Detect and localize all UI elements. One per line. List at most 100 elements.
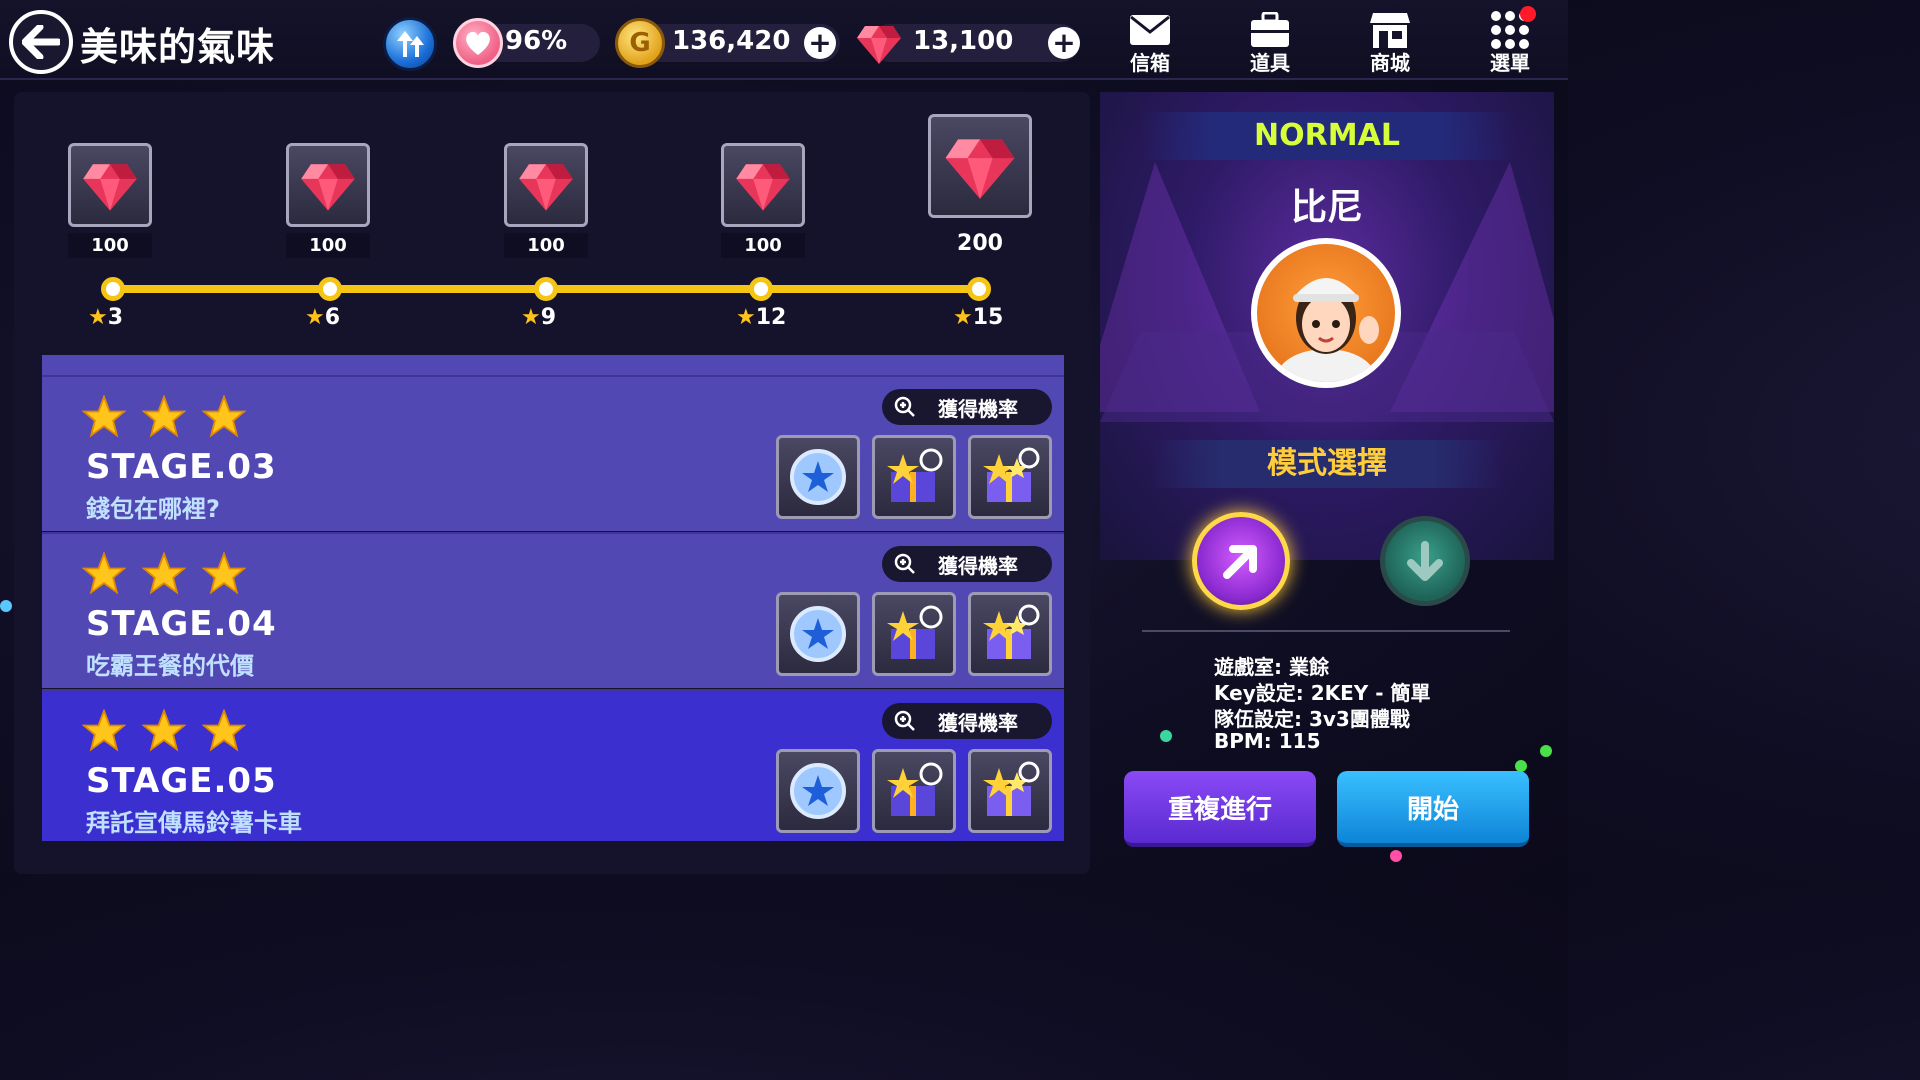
zoom-icon xyxy=(894,553,915,574)
reward-gem-box[interactable] xyxy=(721,143,805,227)
arrow-up-icon xyxy=(397,31,424,57)
star-requirement: ★9 xyxy=(521,305,556,330)
page-title: 美味的氣味 xyxy=(80,25,276,69)
star-icon xyxy=(82,552,126,595)
reward-gem-box[interactable] xyxy=(504,143,588,227)
reward-gem-box-large[interactable] xyxy=(928,114,1032,218)
stage-row[interactable]: STAGE.04 吃霸王餐的代價 獲得機率 xyxy=(42,532,1064,688)
star-icon: ★ xyxy=(521,305,541,330)
briefcase-icon xyxy=(1251,11,1289,47)
heart-icon xyxy=(453,18,503,68)
drop-rate-button[interactable]: 獲得機率 xyxy=(882,703,1052,739)
star-requirement-value: 12 xyxy=(755,305,787,330)
bpm-info: BPM: 115 xyxy=(1214,729,1321,753)
mail-icon xyxy=(1130,15,1170,45)
reward-item-box[interactable] xyxy=(872,749,956,833)
reward-item-box[interactable] xyxy=(968,435,1052,519)
reward-item-box[interactable] xyxy=(872,435,956,519)
blue-star-orb-icon xyxy=(790,606,846,662)
character-portrait xyxy=(1276,278,1379,382)
boost-up-icon[interactable] xyxy=(383,17,437,71)
mode-select-title: 模式選擇 xyxy=(1150,440,1504,488)
nav-items-label: 道具 xyxy=(1250,51,1290,75)
stage-list[interactable]: STAGE.03 錢包在哪裡? 獲得機率 STAGE.04 吃霸王餐的代價 獲得… xyxy=(42,355,1064,841)
star-icon xyxy=(202,552,246,595)
stage-stars xyxy=(82,552,246,596)
star-requirement: ★6 xyxy=(305,305,340,330)
mode-down-button[interactable] xyxy=(1380,516,1470,606)
character-panel: NORMAL 比尼 模式選擇 xyxy=(1100,92,1554,560)
bg-dot xyxy=(1160,730,1172,742)
blue-star-orb-icon xyxy=(790,763,846,819)
key-setting-info: Key設定: 2KEY - 簡單 xyxy=(1214,681,1431,705)
reward-gem-box[interactable] xyxy=(68,143,152,227)
reward-item-box[interactable] xyxy=(776,435,860,519)
nav-shop-button[interactable]: 商城 xyxy=(1350,6,1430,76)
gem-value: 13,100 xyxy=(913,26,1014,56)
nav-shop-label: 商城 xyxy=(1370,51,1410,75)
stage-subtitle: 拜託宣傳馬鈴薯卡車 xyxy=(86,809,302,837)
star-requirement-value: 6 xyxy=(324,305,341,330)
star-icon xyxy=(142,709,186,752)
gift-box-icon xyxy=(887,762,943,816)
gold-coin-icon: G xyxy=(615,18,665,68)
reward-item-box[interactable] xyxy=(968,592,1052,676)
add-gem-button[interactable]: + xyxy=(1048,27,1080,59)
reward-item-box[interactable] xyxy=(776,749,860,833)
reward-amount: 200 xyxy=(957,231,1003,256)
top-bar: 美味的氣味 96% G 136,420 + 13,100 + 信箱 道具 商城 … xyxy=(0,0,1568,80)
drop-rate-label: 獲得機率 xyxy=(938,553,1018,578)
start-button[interactable]: 開始 xyxy=(1337,771,1529,847)
nav-items-button[interactable]: 道具 xyxy=(1230,6,1310,76)
star-icon xyxy=(82,395,126,438)
progress-node xyxy=(749,277,773,301)
reward-amount: 100 xyxy=(286,233,370,258)
stage-stars xyxy=(82,709,246,753)
stage-stars xyxy=(82,395,246,439)
character-avatar[interactable] xyxy=(1251,238,1401,388)
zoom-icon xyxy=(894,710,915,731)
mode-up-button[interactable] xyxy=(1192,512,1290,610)
notification-dot xyxy=(1520,6,1536,22)
premium-gift-box-icon xyxy=(983,761,1040,816)
reward-amount: 100 xyxy=(504,233,588,258)
star-icon: ★ xyxy=(953,305,973,330)
reward-item-box[interactable] xyxy=(968,749,1052,833)
difficulty-label: NORMAL xyxy=(1140,112,1514,160)
nav-menu-label: 選單 xyxy=(1490,51,1530,75)
stage-subtitle: 錢包在哪裡? xyxy=(86,495,220,523)
shop-icon xyxy=(1370,13,1410,48)
star-requirement-value: 3 xyxy=(107,305,124,330)
stage-name: STAGE.03 xyxy=(86,447,277,487)
nav-menu-button[interactable]: 選單 xyxy=(1470,6,1550,76)
drop-rate-button[interactable]: 獲得機率 xyxy=(882,389,1052,425)
star-requirement-value: 9 xyxy=(540,305,557,330)
drop-rate-label: 獲得機率 xyxy=(938,710,1018,735)
star-icon: ★ xyxy=(736,305,756,330)
progress-node xyxy=(101,277,125,301)
drop-rate-button[interactable]: 獲得機率 xyxy=(882,546,1052,582)
bg-dot xyxy=(1540,745,1552,757)
reward-item-box[interactable] xyxy=(872,592,956,676)
star-icon xyxy=(202,395,246,438)
reward-item-box[interactable] xyxy=(776,592,860,676)
reward-gem-box[interactable] xyxy=(286,143,370,227)
premium-gift-box-icon xyxy=(983,447,1040,502)
heart-value: 96% xyxy=(505,26,568,56)
stage-name: STAGE.05 xyxy=(86,761,277,801)
stage-row[interactable]: STAGE.03 錢包在哪裡? 獲得機率 xyxy=(42,375,1064,531)
gem-icon xyxy=(945,139,1015,199)
gem-icon xyxy=(519,164,573,211)
back-button[interactable] xyxy=(9,10,73,74)
room-info: 遊戲室: 業餘 xyxy=(1214,655,1329,679)
gem-icon xyxy=(301,164,355,211)
stage-row-selected[interactable]: STAGE.05 拜託宣傳馬鈴薯卡車 獲得機率 xyxy=(42,689,1064,841)
stage-row-partial[interactable] xyxy=(42,355,1064,375)
repeat-button[interactable]: 重複進行 xyxy=(1124,771,1316,847)
stage-subtitle: 吃霸王餐的代價 xyxy=(86,652,254,680)
star-requirement: ★12 xyxy=(736,305,786,330)
nav-mail-button[interactable]: 信箱 xyxy=(1110,6,1190,76)
character-name: 比尼 xyxy=(1290,187,1363,228)
nav-mail-label: 信箱 xyxy=(1130,51,1170,75)
add-gold-button[interactable]: + xyxy=(804,27,836,59)
